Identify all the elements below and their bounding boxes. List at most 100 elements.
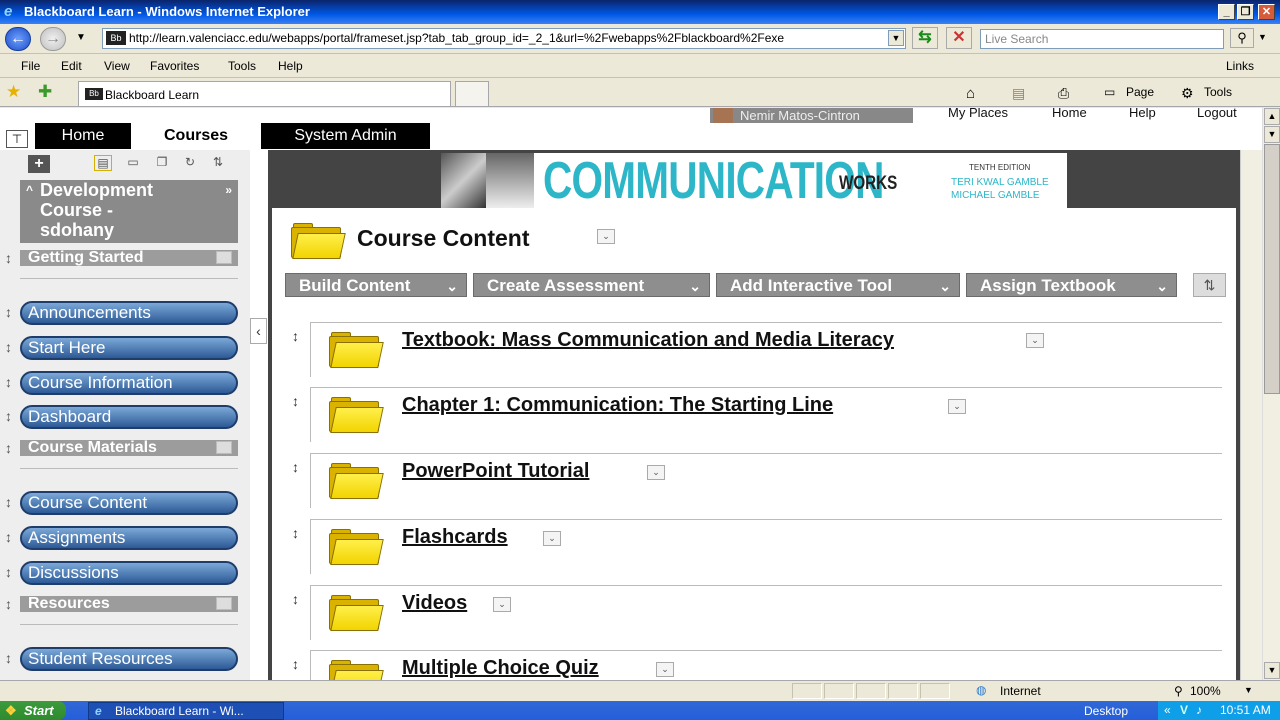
drag-handle-icon[interactable]: ↕ — [5, 339, 12, 355]
item-link-textbook[interactable]: Textbook: Mass Communication and Media L… — [402, 329, 894, 352]
drag-handle-icon[interactable]: ↕ — [5, 304, 12, 320]
maximize-button[interactable]: ❐ — [1237, 4, 1254, 20]
link-my-places[interactable]: My Places — [948, 108, 1008, 120]
drag-handle-icon[interactable]: ↕ — [5, 650, 12, 666]
zoom-dropdown-icon[interactable]: ▼ — [1244, 685, 1253, 695]
favorites-star-icon[interactable]: ★ — [6, 82, 21, 102]
address-dropdown-icon[interactable]: ▼ — [888, 30, 904, 46]
drag-handle-icon[interactable]: ↕ — [5, 529, 12, 545]
drag-handle-icon[interactable]: ↕ — [5, 250, 12, 266]
new-window-icon[interactable]: ❐ — [153, 155, 171, 171]
links-label[interactable]: Links — [1226, 59, 1254, 73]
menu-item-course-information[interactable]: Course Information — [20, 371, 238, 395]
item-options-icon[interactable]: ⌄ — [493, 597, 511, 612]
build-content-button[interactable]: Build Content ⌄ — [285, 273, 467, 297]
drag-handle-icon[interactable]: ↕ — [5, 440, 12, 456]
add-favorite-icon[interactable]: ✚ — [38, 82, 52, 102]
refresh-icon[interactable]: ⇆ — [912, 27, 938, 49]
menu-item-start-here[interactable]: Start Here — [20, 336, 238, 360]
scroll-thumb[interactable] — [1264, 144, 1280, 394]
menu-section-resources[interactable]: Resources — [20, 596, 238, 612]
menu-item-student-resources[interactable]: Student Resources — [20, 647, 238, 671]
address-input[interactable]: Bb http://learn.valenciacc.edu/webapps/p… — [102, 28, 906, 49]
item-link-videos[interactable]: Videos — [402, 592, 467, 615]
add-interactive-tool-button[interactable]: Add Interactive Tool ⌄ — [716, 273, 960, 297]
drag-handle-icon[interactable]: ↕ — [292, 656, 299, 672]
tray-app-icon[interactable]: V — [1180, 701, 1188, 720]
forward-button[interactable]: → — [40, 27, 66, 51]
item-options-icon[interactable]: ⌄ — [1026, 333, 1044, 348]
start-button[interactable]: ❖ Start — [0, 701, 66, 720]
link-home[interactable]: Home — [1052, 108, 1087, 120]
menu-section-course-materials[interactable]: Course Materials — [20, 440, 238, 456]
create-assessment-button[interactable]: Create Assessment ⌄ — [473, 273, 710, 297]
scroll-down-icon[interactable]: ▼ — [1264, 662, 1280, 679]
live-search-input[interactable]: Live Search — [980, 29, 1224, 49]
add-menu-item-icon[interactable]: + — [28, 155, 50, 173]
item-options-icon[interactable]: ⌄ — [543, 531, 561, 546]
drag-handle-icon[interactable]: ↕ — [292, 328, 299, 344]
item-link-flashcards[interactable]: Flashcards — [402, 526, 508, 549]
menu-section-getting-started[interactable]: Getting Started — [20, 250, 238, 266]
taskbar-item-ie[interactable]: e Blackboard Learn - Wi... — [88, 702, 284, 720]
back-button[interactable]: ← — [5, 27, 31, 51]
item-link-powerpoint-tutorial[interactable]: PowerPoint Tutorial — [402, 460, 589, 483]
menu-favorites[interactable]: Favorites — [150, 59, 199, 73]
home-icon[interactable]: ⌂ — [966, 85, 975, 102]
feeds-icon[interactable]: ▤ — [1012, 85, 1025, 102]
course-collapse-icon[interactable]: ^ — [26, 180, 33, 200]
reorder-items-icon[interactable]: ⇅ — [1193, 273, 1226, 297]
tray-expand-icon[interactable]: « — [1164, 701, 1171, 720]
item-link-multiple-choice-quiz[interactable]: Multiple Choice Quiz — [402, 657, 599, 680]
chevron-down-icon[interactable] — [216, 597, 232, 610]
print-icon[interactable]: ⎙ — [1058, 85, 1069, 102]
course-title[interactable]: ^ » Development Course - sdohany — [20, 180, 238, 243]
link-logout[interactable]: Logout — [1197, 108, 1237, 120]
scroll-up-icon[interactable]: ▲ — [1264, 108, 1280, 125]
drag-handle-icon[interactable]: ↕ — [292, 459, 299, 475]
drag-handle-icon[interactable]: ↕ — [5, 564, 12, 580]
tab-courses[interactable]: Courses — [131, 123, 261, 149]
page-menu[interactable]: Page — [1126, 85, 1154, 99]
tab-home[interactable]: Home — [35, 123, 131, 149]
menu-item-dashboard[interactable]: Dashboard — [20, 405, 238, 429]
menu-edit[interactable]: Edit — [61, 59, 82, 73]
close-window-button[interactable]: ✕ — [1258, 4, 1275, 20]
folder-view-icon[interactable]: ▭ — [124, 155, 142, 171]
drag-handle-icon[interactable]: ↕ — [5, 408, 12, 424]
menu-item-announcements[interactable]: Announcements — [20, 301, 238, 325]
page-title-options-icon[interactable]: ⌄ — [597, 229, 615, 244]
page-scrollbar[interactable]: ▲ ▼ ▼ — [1262, 108, 1280, 680]
chevron-down-icon[interactable] — [216, 441, 232, 454]
list-view-icon[interactable]: ▤ — [94, 155, 112, 171]
menu-tools[interactable]: Tools — [228, 59, 256, 73]
recent-pages-icon[interactable]: ▼ — [76, 32, 86, 43]
menu-item-course-content[interactable]: Course Content — [20, 491, 238, 515]
search-options-icon[interactable]: ▼ — [1258, 32, 1267, 42]
drag-handle-icon[interactable]: ↕ — [292, 393, 299, 409]
scroll-up-icon[interactable]: ▼ — [1264, 126, 1280, 143]
drag-handle-icon[interactable]: ↕ — [5, 494, 12, 510]
course-expand-icon[interactable]: » — [225, 180, 232, 200]
drag-handle-icon[interactable]: ↕ — [292, 591, 299, 607]
drag-handle-icon[interactable]: ↕ — [5, 596, 12, 612]
desktop-toolbar[interactable]: Desktop — [1084, 704, 1128, 718]
item-link-chapter-1[interactable]: Chapter 1: Communication: The Starting L… — [402, 394, 833, 417]
item-options-icon[interactable]: ⌄ — [647, 465, 665, 480]
menu-view[interactable]: View — [104, 59, 130, 73]
zoom-level[interactable]: 100% — [1190, 684, 1221, 698]
assign-textbook-button[interactable]: Assign Textbook ⌄ — [966, 273, 1177, 297]
search-icon[interactable]: ⚲ — [1230, 28, 1254, 48]
chevron-down-icon[interactable] — [216, 251, 232, 264]
menu-file[interactable]: File — [21, 59, 40, 73]
drag-handle-icon[interactable]: ↕ — [292, 525, 299, 541]
tray-volume-icon[interactable]: ♪ — [1196, 701, 1202, 720]
collapse-menu-button[interactable]: ‹ — [250, 318, 267, 344]
browser-tab-active[interactable]: Bb Blackboard Learn — [78, 81, 451, 106]
minimize-button[interactable]: _ — [1218, 4, 1235, 20]
item-options-icon[interactable]: ⌄ — [656, 662, 674, 677]
item-options-icon[interactable]: ⌄ — [948, 399, 966, 414]
link-help[interactable]: Help — [1129, 108, 1156, 120]
frame-scrollbar[interactable] — [1240, 150, 1262, 680]
reorder-icon[interactable]: ⇅ — [209, 155, 227, 171]
